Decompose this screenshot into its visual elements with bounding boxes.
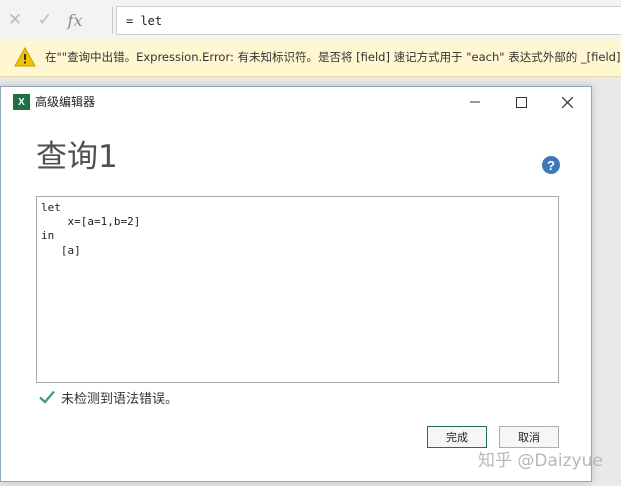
code-line: in xyxy=(41,229,55,243)
code-editor[interactable]: let x=[a=1,b=2] in [a] xyxy=(36,196,559,383)
syntax-status-text: 未检测到语法错误。 xyxy=(61,391,179,407)
syntax-status: 未检测到语法错误。 xyxy=(38,387,178,407)
maximize-button[interactable] xyxy=(498,87,544,117)
minimize-button[interactable] xyxy=(452,87,498,117)
maximize-icon xyxy=(515,96,527,108)
formula-input[interactable]: = let xyxy=(116,6,621,35)
code-line: [a] xyxy=(41,243,81,257)
code-line: x=[a=1,b=2] xyxy=(41,215,141,229)
formula-bar-icons: ✕ ✓ fx xyxy=(0,4,112,36)
fx-icon[interactable]: fx xyxy=(60,7,90,33)
checkmark-icon xyxy=(39,390,55,404)
help-icon[interactable]: ? xyxy=(542,156,560,174)
advanced-editor-dialog: X 高级编辑器 查询1 ? let x=[a=1,b=2] in [a] 未检测… xyxy=(0,86,592,482)
dialog-title-bar: X 高级编辑器 xyxy=(1,87,591,117)
close-button[interactable] xyxy=(544,87,590,117)
formula-bar: ✕ ✓ fx = let xyxy=(0,0,621,41)
error-message: 在""查询中出错。Expression.Error: 有未知标识符。是否将 [f… xyxy=(45,50,621,64)
code-line: let xyxy=(41,201,61,214)
formula-bar-divider xyxy=(112,7,113,34)
error-bar: 在""查询中出错。Expression.Error: 有未知标识符。是否将 [f… xyxy=(0,40,621,77)
close-window-icon xyxy=(561,96,573,108)
cancel-button[interactable]: 取消 xyxy=(499,426,559,448)
query-title: 查询1 xyxy=(36,139,118,175)
dialog-title: 高级编辑器 xyxy=(35,95,96,109)
close-icon[interactable]: ✕ xyxy=(0,7,30,33)
check-icon[interactable]: ✓ xyxy=(30,7,60,33)
minimize-icon xyxy=(470,101,480,103)
done-button[interactable]: 完成 xyxy=(427,426,487,448)
excel-icon: X xyxy=(13,94,30,110)
watermark: 知乎 @Daizyue xyxy=(478,451,603,471)
warning-icon xyxy=(14,47,36,67)
